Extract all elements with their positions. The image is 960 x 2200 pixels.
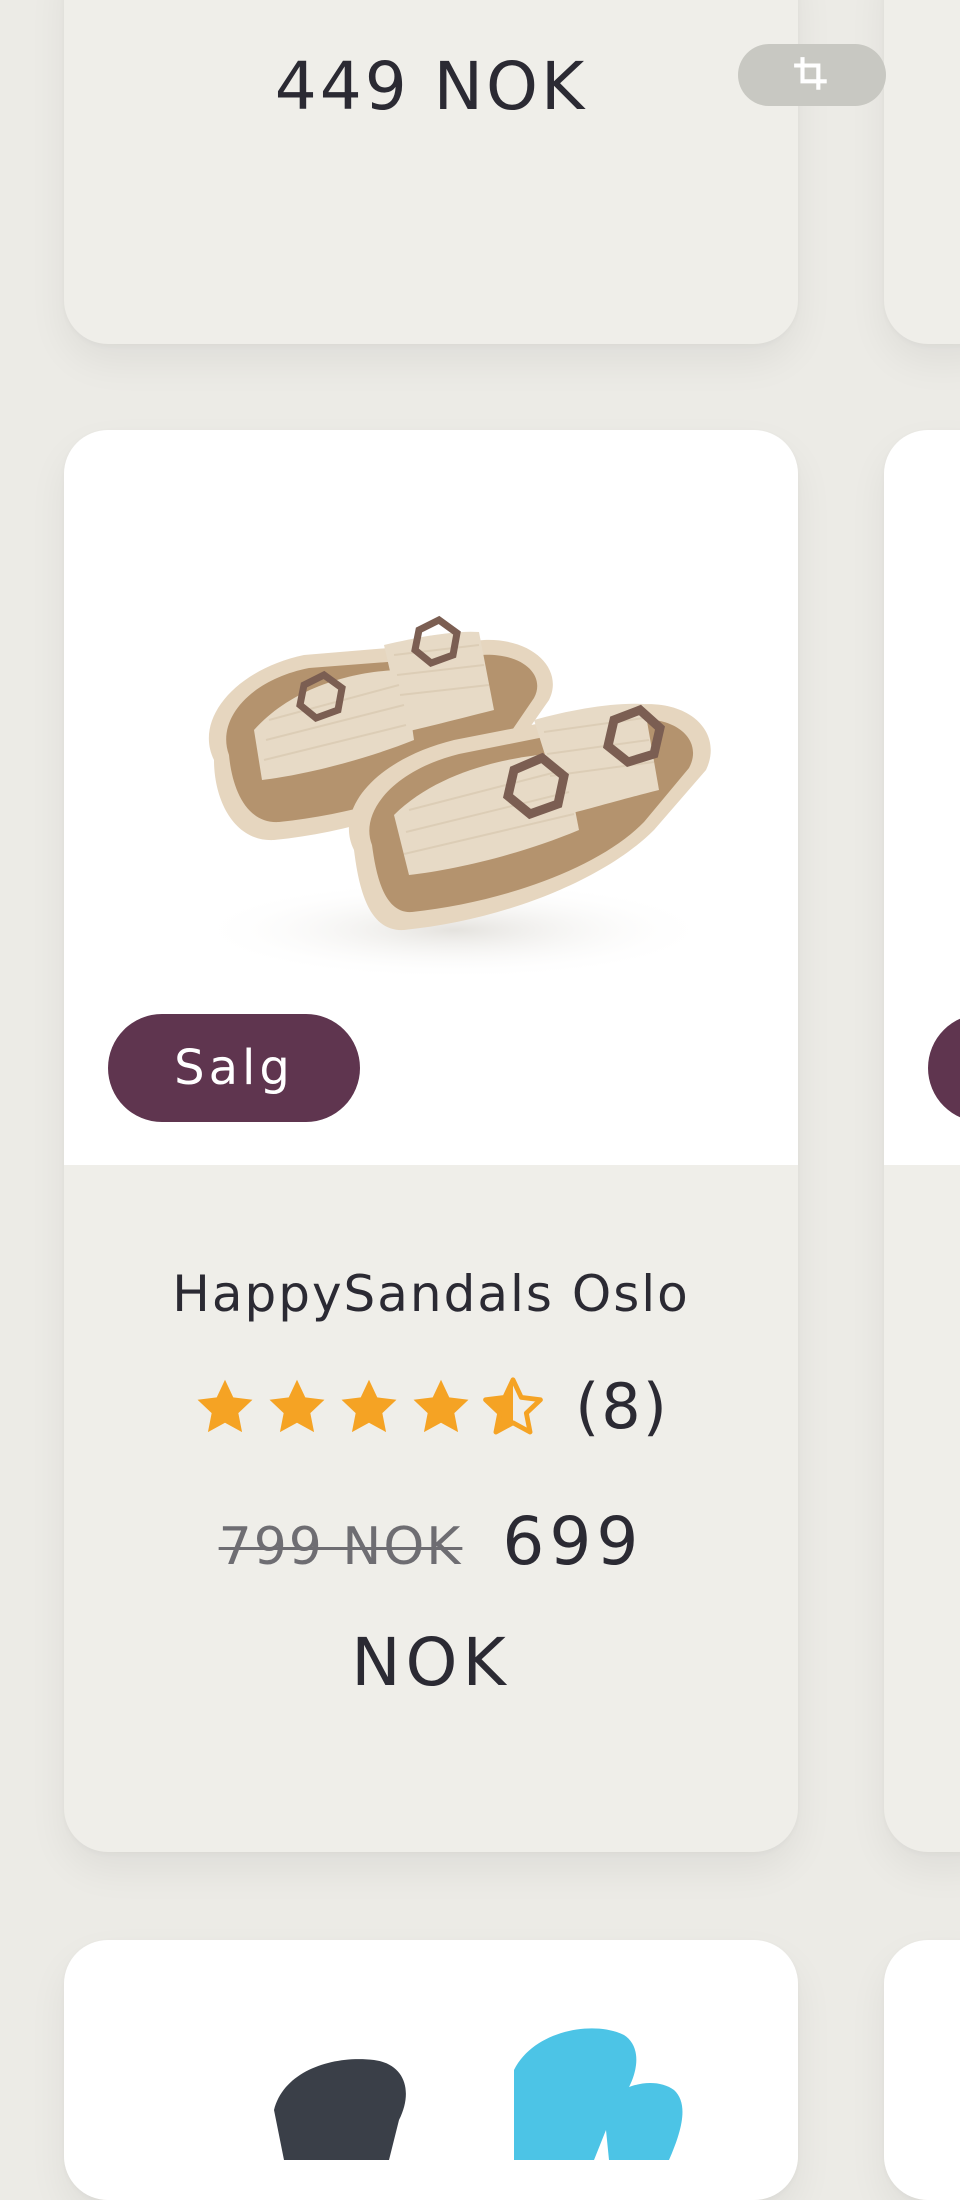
product-prices: 799 NOK 699 NOK <box>134 1490 728 1732</box>
product-title[interactable]: HappySandals Oslo <box>64 1265 798 1323</box>
sandals-image <box>194 615 714 980</box>
star-icon <box>269 1379 325 1432</box>
sale-badge: Salg <box>108 1014 360 1122</box>
product-card-next[interactable] <box>884 430 960 1852</box>
crop-button[interactable] <box>738 44 886 106</box>
product-price: 449 NOK <box>274 48 588 125</box>
product-card-next[interactable] <box>884 0 960 344</box>
crop-icon <box>794 57 827 90</box>
flip-flops-image <box>274 2028 683 2160</box>
old-price: 799 NOK <box>218 1517 463 1577</box>
product-image[interactable] <box>64 1940 798 2200</box>
half-star-icon <box>483 1376 543 1434</box>
star-icon <box>341 1379 397 1432</box>
product-image[interactable] <box>884 430 960 1165</box>
product-image[interactable]: Salg <box>64 430 798 1165</box>
product-card[interactable]: 449 NOK <box>64 0 798 344</box>
review-count[interactable]: (8) <box>575 1370 669 1443</box>
product-card-next[interactable] <box>884 1940 960 2200</box>
product-image[interactable] <box>884 1940 960 2200</box>
star-icon <box>413 1379 469 1432</box>
product-card[interactable] <box>64 1940 798 2200</box>
sale-badge <box>928 1014 960 1122</box>
product-card[interactable]: Salg HappySandals Oslo (8) 799 NOK 699 NO… <box>64 430 798 1852</box>
rating-stars <box>193 1375 545 1439</box>
product-rating: (8) <box>64 1370 798 1443</box>
star-icon <box>197 1379 253 1432</box>
